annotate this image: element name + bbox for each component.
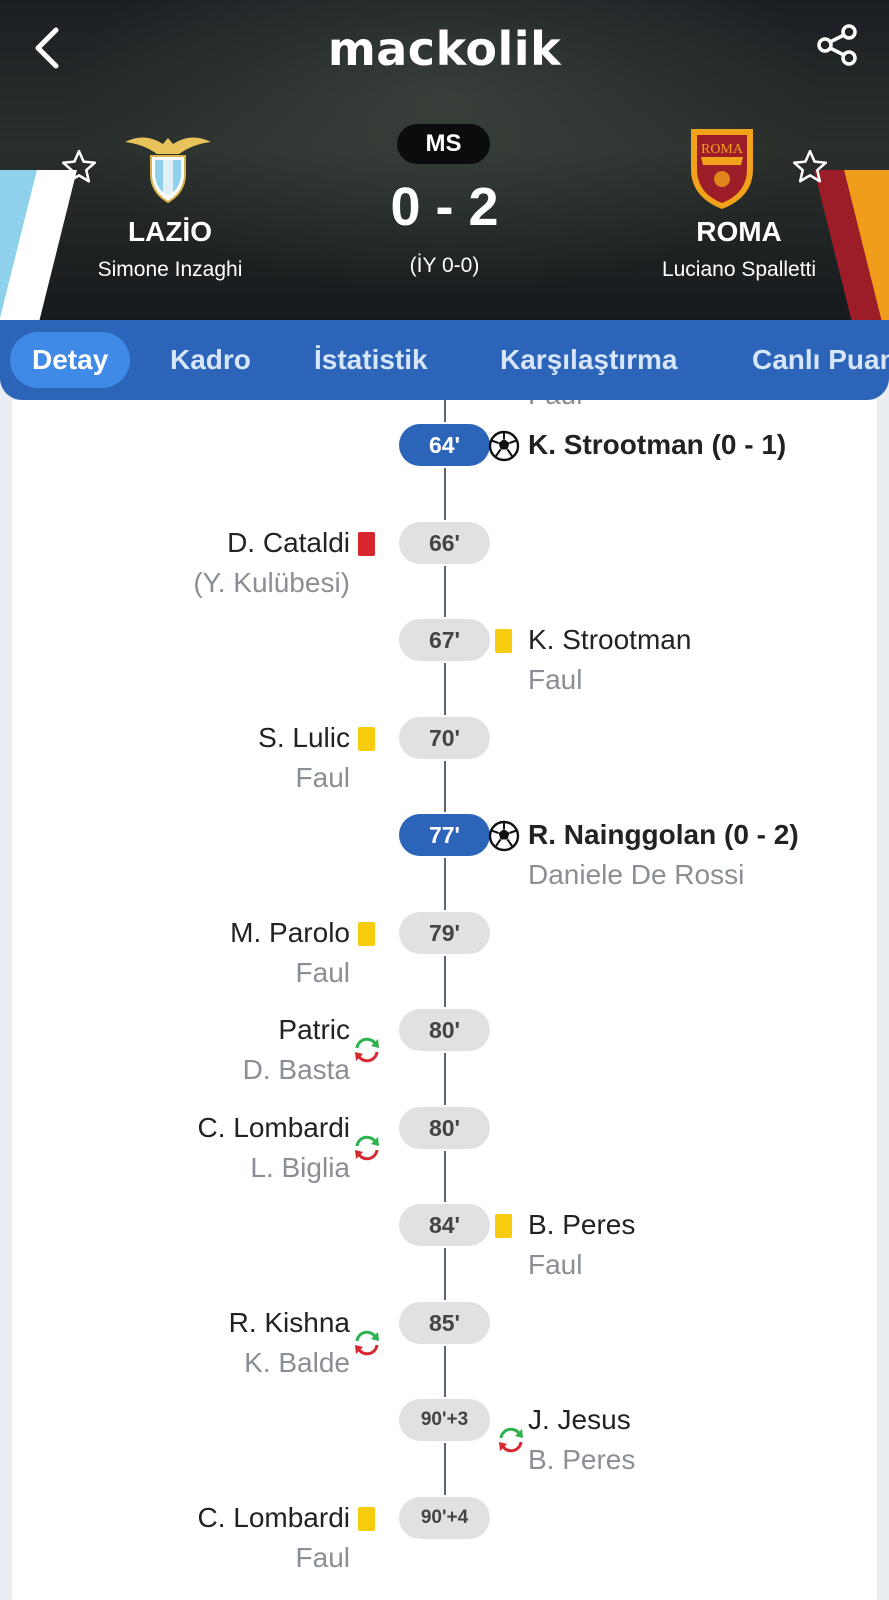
event-detail: Faul xyxy=(295,761,350,793)
tab-istatistik[interactable]: İstatistik xyxy=(292,332,450,388)
event-text: C. Lombardi Faul xyxy=(197,1497,350,1577)
event-detail: (Y. Kulübesi) xyxy=(193,566,350,598)
football-icon xyxy=(488,430,520,462)
match-events-timeline: Faul 64' K. Strootman (0 - 1) 66' D. Catald… xyxy=(12,400,877,1600)
timeline-event[interactable]: 79' M. Parolo Faul xyxy=(12,911,877,1002)
event-minute: 90'+3 xyxy=(399,1399,490,1441)
event-detail: Daniele De Rossi xyxy=(528,859,745,890)
event-player: C. Lombardi xyxy=(197,1501,350,1533)
event-text: K. Strootman Faul xyxy=(528,619,691,699)
timeline-connector xyxy=(444,400,446,422)
event-text: D. Cataldi (Y. Kulübesi) xyxy=(193,522,350,602)
event-detail: Faul xyxy=(528,664,583,695)
substitution-icon xyxy=(355,1135,379,1160)
event-text: R. Nainggolan (0 - 2) Daniele De Rossi xyxy=(528,814,799,894)
event-text: S. Lulic Faul xyxy=(258,717,350,797)
event-player: K. Strootman xyxy=(528,624,692,655)
app-logo: mackolik xyxy=(327,22,562,76)
timeline-event[interactable]: 80' C. Lombardi L. Biglia xyxy=(12,1106,877,1197)
event-text: M. Parolo Faul xyxy=(230,912,350,992)
timeline-event[interactable]: 90'+4 C. Lombardi Faul xyxy=(12,1496,877,1587)
red-card-icon xyxy=(358,531,375,556)
event-player: R. Nainggolan (0 - 2) xyxy=(528,819,799,850)
timeline-event[interactable]: 84' B. Peres Faul xyxy=(12,1204,877,1294)
match-status-badge: MS xyxy=(397,124,490,164)
svg-text:ROMA: ROMA xyxy=(701,142,744,157)
match-score: 0 - 2 xyxy=(390,177,499,237)
event-minute: 90'+4 xyxy=(399,1496,490,1539)
timeline-event[interactable]: 77' R. Nainggolan (0 - 2) Daniele De Rossi xyxy=(12,814,877,904)
timeline-event[interactable]: 66' D. Cataldi (Y. Kulübesi) xyxy=(12,521,877,612)
yellow-card-icon xyxy=(495,1214,512,1238)
event-detail: Faul xyxy=(528,1249,583,1280)
substitution-icon xyxy=(355,1330,379,1355)
event-minute: 67' xyxy=(399,619,490,661)
event-minute: 84' xyxy=(399,1204,490,1246)
event-text: C. Lombardi L. Biglia xyxy=(197,1107,350,1187)
event-minute: 70' xyxy=(399,716,490,759)
event-player: K. Strootman (0 - 1) xyxy=(528,429,787,460)
event-text: R. Kishna K. Balde xyxy=(229,1302,350,1382)
tab-detay[interactable]: Detay xyxy=(10,332,131,388)
yellow-card-icon xyxy=(358,726,375,751)
tab-canli-puan[interactable]: Canlı Puan xyxy=(730,332,889,388)
timeline-event[interactable]: 70' S. Lulic Faul xyxy=(12,716,877,807)
event-minute: 85' xyxy=(399,1301,490,1344)
timeline-event[interactable]: 64' K. Strootman (0 - 1) xyxy=(12,424,877,514)
event-minute: 66' xyxy=(399,521,490,564)
event-detail: B. Peres xyxy=(528,1444,636,1475)
event-minute: 80' xyxy=(399,1106,490,1149)
event-text: B. Peres Faul xyxy=(528,1204,635,1284)
timeline-event[interactable]: 85' R. Kishna K. Balde xyxy=(12,1301,877,1392)
halftime-score: (İY 0-0) xyxy=(409,254,480,277)
timeline-event[interactable]: 90'+3 J. Jesus B. Peres xyxy=(12,1399,877,1489)
event-detail: D. Basta xyxy=(242,1054,350,1085)
event-text: Patric D. Basta xyxy=(243,1009,350,1089)
event-minute: 79' xyxy=(399,911,490,954)
event-player: C. Lombardi xyxy=(197,1111,350,1143)
event-player: B. Peres xyxy=(528,1209,636,1240)
substitution-icon xyxy=(499,1427,523,1453)
event-minute: 80' xyxy=(399,1009,490,1051)
event-detail: Faul xyxy=(295,1541,350,1573)
event-player: Patric xyxy=(278,1014,350,1045)
yellow-card-icon xyxy=(495,629,512,653)
event-minute: 77' xyxy=(399,814,490,856)
share-icon xyxy=(817,24,857,66)
event-detail: K. Balde xyxy=(244,1346,350,1378)
event-detail: Faul xyxy=(295,956,350,988)
event-text: J. Jesus B. Peres xyxy=(528,1399,635,1479)
event-player: J. Jesus xyxy=(528,1404,631,1435)
share-button[interactable] xyxy=(815,22,861,68)
tab-kadro[interactable]: Kadro xyxy=(148,332,273,388)
tab-karsilastirma[interactable]: Karşılaştırma xyxy=(478,332,699,388)
football-icon xyxy=(488,820,520,852)
event-minute: 64' xyxy=(399,424,490,466)
match-header: mackolik ROMA LAZİO Simone Inzaghi ROMA … xyxy=(0,0,889,330)
event-player: S. Lulic xyxy=(258,721,350,753)
match-tabs: Detay Kadro İstatistik Karşılaştırma Can… xyxy=(0,320,889,400)
yellow-card-icon xyxy=(358,921,375,946)
partial-event-text: Faul xyxy=(528,400,582,414)
timeline-event[interactable]: 80' Patric D. Basta xyxy=(12,1009,877,1099)
event-player: M. Parolo xyxy=(230,916,350,948)
event-player: R. Kishna xyxy=(228,1306,350,1338)
event-detail: L. Biglia xyxy=(250,1151,350,1183)
event-text: K. Strootman (0 - 1) xyxy=(528,424,786,466)
event-player: D. Cataldi xyxy=(227,526,350,558)
substitution-icon xyxy=(355,1037,379,1063)
timeline-event[interactable]: 67' K. Strootman Faul xyxy=(12,619,877,709)
yellow-card-icon xyxy=(358,1506,375,1531)
